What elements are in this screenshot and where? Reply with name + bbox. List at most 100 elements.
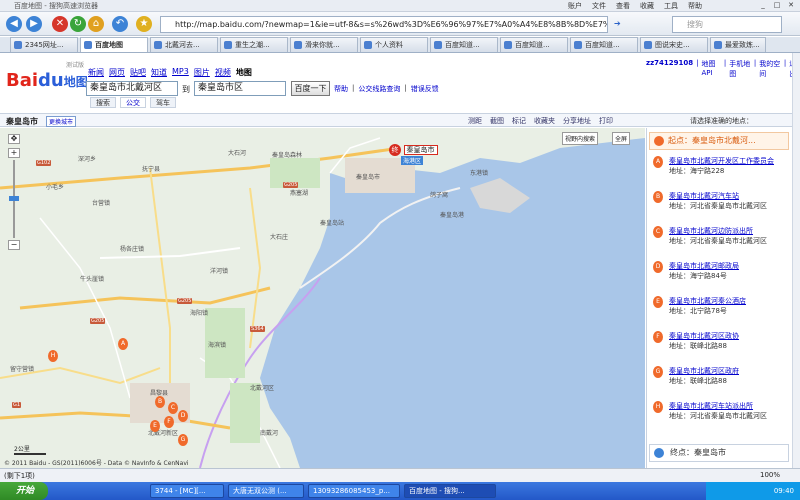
map-label: 抚宁县 [142,166,161,173]
menu-account[interactable]: 账户 [568,1,582,11]
mobile-map-link[interactable]: 手机地图 [729,59,751,79]
window-titlebar: 百度地图 - 搜狗高速浏览器 账户 文件 查看 收藏 工具 帮助 _ □ ✕ [0,0,800,12]
route-from-input[interactable]: 秦皇岛市北戴河区 [86,81,178,96]
city-center-pin[interactable]: 终 秦皇岛市 海港区 [389,144,438,165]
username-link[interactable]: zz74129108 [646,59,693,79]
tab-baidu-map[interactable]: 百度地图 [80,37,148,52]
go-icon[interactable]: ➔ [614,19,621,28]
nav-web[interactable]: 网页 [109,67,125,78]
taskbar-item[interactable]: 13093286085453_p... [308,484,400,498]
end-label: 终点： [670,448,694,457]
fullscreen-button[interactable]: 全屏 [612,132,631,145]
share-tool[interactable]: 分享地址 [563,116,591,126]
map-canvas[interactable]: 大石河 秦皇岛森林 秦皇岛市 抚宁县 深河乡 小毛乡 台营镇 牛头崖镇 洋河镇 … [0,128,645,468]
tab-profile[interactable]: 个人资料 [360,37,428,52]
tab-beidaihe[interactable]: 北戴河去... [150,37,218,52]
address-bar[interactable]: http://map.baidu.com/?newmap=1&ie=utf-8&… [160,16,608,33]
result-name[interactable]: 秦皇岛市北戴河汽车站 [669,191,739,201]
pin-icon: 终 [389,144,401,156]
tab-zhidao-1[interactable]: 百度知道... [430,37,498,52]
tab-songshi[interactable]: 图说宋史... [640,37,708,52]
nav-news[interactable]: 新闻 [88,67,104,78]
result-marker-e[interactable]: E [150,420,160,432]
tab-drive[interactable]: 驾车 [150,97,176,108]
nav-video[interactable]: 视频 [215,67,231,78]
zoom-slider-handle[interactable] [9,196,19,201]
search-in-view-button[interactable]: 视野内搜索 [562,132,599,145]
nav-zhidao[interactable]: 知道 [151,67,167,78]
result-name[interactable]: 秦皇岛市北戴河区政府 [669,366,739,376]
screenshot-tool[interactable]: 截图 [490,116,504,126]
measure-tool[interactable]: 测距 [468,116,482,126]
zoom-in-button[interactable]: + [8,148,20,158]
zoom-level[interactable]: 100% [760,471,780,479]
baidu-map-logo[interactable]: Baidu地图 测试版 [6,62,88,91]
marker-tool[interactable]: 标记 [512,116,526,126]
zoom-out-button[interactable]: − [8,240,20,250]
undo-icon[interactable]: ↶ [112,16,128,32]
my-space-link[interactable]: 我的空间 [759,59,781,79]
result-name[interactable]: 秦皇岛市北戴河边防派出所 [669,226,753,236]
maximize-button[interactable]: □ [772,1,782,10]
refresh-icon[interactable]: ↻ [70,16,86,32]
result-name[interactable]: 秦皇岛市北戴河邮政局 [669,261,739,271]
nav-mp3[interactable]: MP3 [172,67,189,78]
taskbar-item-active[interactable]: 百度地图 - 搜狗... [404,484,496,498]
tab-zhidao-3[interactable]: 百度知道... [570,37,638,52]
map-api-link[interactable]: 地图API [701,59,720,79]
menu-tools[interactable]: 工具 [664,1,678,11]
result-marker-c[interactable]: C [168,402,178,414]
tab-hualai[interactable]: 滑来你就... [290,37,358,52]
stop-icon[interactable]: ✕ [52,16,68,32]
clock[interactable]: 09:40 [774,487,794,495]
result-name[interactable]: 秦皇岛市北戴河车站派出所 [669,401,753,411]
result-address: 地址：北宁路78号 [669,307,727,315]
back-icon[interactable]: ◀ [6,16,22,32]
menu-view[interactable]: 查看 [616,1,630,11]
search-button[interactable]: 百度一下 [291,81,330,96]
pan-icon[interactable]: ✥ [8,134,20,144]
bus-line-link[interactable]: 公交线路查询 [358,84,400,94]
start-point-bar[interactable]: 起点：秦皇岛市北戴河... [649,132,789,150]
feedback-link[interactable]: 错误反馈 [411,84,439,94]
menu-help[interactable]: 帮助 [688,1,702,11]
tab-2345[interactable]: 2345网址... [10,37,78,52]
tab-zhidao-2[interactable]: 百度知道... [500,37,568,52]
minimize-button[interactable]: _ [758,1,768,10]
tab-bus[interactable]: 公交 [120,97,146,108]
change-city-button[interactable]: 更换城市 [46,116,77,127]
page-scrollbar[interactable] [792,53,800,468]
result-marker-d[interactable]: D [178,410,188,422]
home-icon[interactable]: ⌂ [88,16,104,32]
help-link[interactable]: 帮助 [334,84,348,94]
result-marker-g[interactable]: G [178,434,188,446]
print-tool[interactable]: 打印 [599,116,613,126]
forward-icon[interactable]: ▶ [26,16,42,32]
browser-search-input[interactable]: 搜狗 [672,16,782,33]
taskbar-item[interactable]: 3744 - [MC][... [150,484,224,498]
result-address: 地址：河北省秦皇岛市北戴河区 [669,412,767,420]
close-button[interactable]: ✕ [786,1,796,10]
taskbar-item[interactable]: 大唐无双公测 (... [228,484,304,498]
result-name[interactable]: 秦皇岛市北戴河区政协 [669,331,739,341]
result-marker-b[interactable]: B [155,396,165,408]
result-marker-h[interactable]: H [48,350,58,362]
tab-favicon [84,41,92,49]
tab-chongsheng[interactable]: 重生之潮... [220,37,288,52]
result-name[interactable]: 秦皇岛市北戴河秦公酒店 [669,296,746,306]
tab-search[interactable]: 搜索 [90,97,116,108]
favorites-tool[interactable]: 收藏夹 [534,116,555,126]
nav-tieba[interactable]: 贴吧 [130,67,146,78]
tab-favicon [14,41,22,49]
favorite-star-icon[interactable]: ★ [136,16,152,32]
start-button[interactable]: 开始 [0,482,48,500]
end-point-bar[interactable]: 终点：秦皇岛市 [649,444,789,462]
menu-file[interactable]: 文件 [592,1,606,11]
menu-favorites[interactable]: 收藏 [640,1,654,11]
route-to-input[interactable]: 秦皇岛市区 [194,81,286,96]
result-marker-f[interactable]: F [164,416,174,428]
result-name[interactable]: 秦皇岛市北戴河开发区工作委员会 [669,156,774,166]
nav-images[interactable]: 图片 [194,67,210,78]
tab-zuiai[interactable]: 最爱致炼... [710,37,766,52]
result-marker-a[interactable]: A [118,338,128,350]
